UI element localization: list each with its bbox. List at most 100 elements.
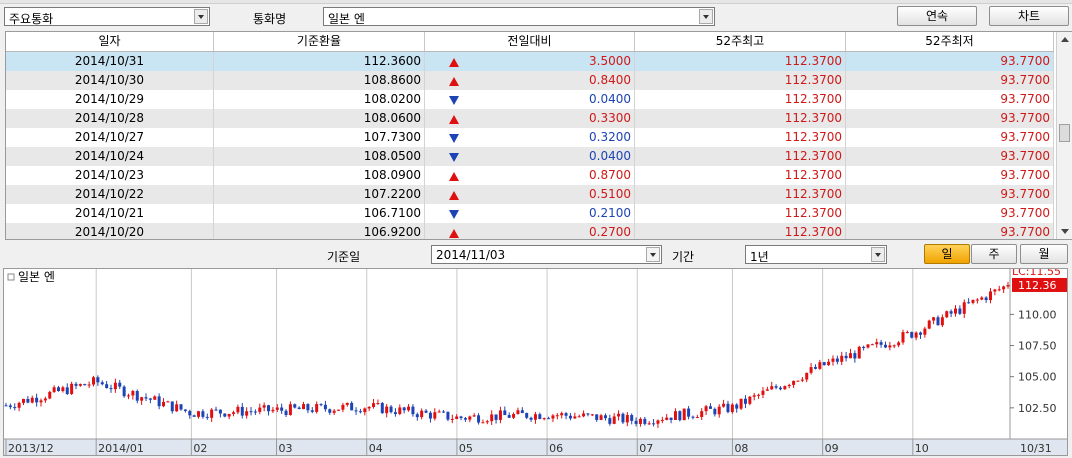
chevron-down-icon[interactable] xyxy=(194,9,208,24)
candle-body xyxy=(428,412,432,419)
candle-body xyxy=(953,308,957,314)
candle-body xyxy=(135,391,139,401)
table-row[interactable]: 2014/10/22 107.2200 0.5100 112.3700 93.7700 xyxy=(6,185,1054,204)
candle-body xyxy=(293,404,297,408)
candle-body xyxy=(249,411,253,413)
triangle-up-icon xyxy=(449,229,459,238)
x-tick-label: 06 xyxy=(549,442,563,455)
price-chart[interactable]: 2013/12 2014/01 02 03 04 05 06 07 08 09 10 10/31 110… xyxy=(3,268,1068,456)
category-select[interactable]: 주요통화 xyxy=(4,7,210,26)
continuous-button[interactable]: 연속 xyxy=(897,6,977,26)
candle-body xyxy=(83,384,87,386)
scroll-thumb[interactable] xyxy=(1059,124,1070,142)
candle-body xyxy=(901,332,905,343)
candle-body xyxy=(621,413,625,423)
monthly-button[interactable]: 월 xyxy=(1020,244,1068,264)
candle-body xyxy=(717,406,721,415)
candle-body xyxy=(179,404,183,410)
candle-body xyxy=(708,406,712,409)
candle-body xyxy=(835,358,839,362)
x-tick-label: 2013/12 xyxy=(8,442,54,455)
candle-body xyxy=(288,404,292,415)
candle-body xyxy=(892,345,896,347)
date-cell: 2014/10/30 xyxy=(6,71,214,90)
candle-body xyxy=(39,400,43,403)
table-row[interactable]: 2014/10/20 106.9200 0.2700 112.3700 93.7700 xyxy=(6,223,1054,239)
candle-body xyxy=(26,398,30,403)
candle-body xyxy=(57,387,61,392)
low-cell: 93.7700 xyxy=(846,204,1054,223)
candle-body xyxy=(459,416,463,419)
weekly-button[interactable]: 주 xyxy=(971,244,1017,264)
column-header-52w-low[interactable]: 52주최저 xyxy=(846,32,1054,51)
candle-body xyxy=(542,418,546,420)
candle-body xyxy=(765,389,769,391)
candle-body xyxy=(227,413,231,417)
table-row[interactable]: 2014/10/23 108.0900 0.8700 112.3700 93.7700 xyxy=(6,166,1054,185)
table-row[interactable]: 2014/10/30 108.8600 0.8400 112.3700 93.7700 xyxy=(6,71,1054,90)
change-cell: 0.8400 xyxy=(425,71,635,90)
date-cell: 2014/10/23 xyxy=(6,166,214,185)
candle-body xyxy=(507,415,511,418)
chevron-down-icon[interactable] xyxy=(871,247,885,262)
last-price-label: 112.36 xyxy=(1018,279,1057,292)
low-cell: 93.7700 xyxy=(846,223,1054,239)
column-header-rate[interactable]: 기준환율 xyxy=(214,32,425,51)
candle-body xyxy=(533,414,537,420)
candle-body xyxy=(914,332,918,338)
candle-body xyxy=(232,412,236,414)
column-header-date[interactable]: 일자 xyxy=(6,32,214,51)
candle-body xyxy=(949,311,953,314)
daily-button[interactable]: 일 xyxy=(924,244,970,264)
candle-body xyxy=(971,299,975,303)
candle-body xyxy=(870,344,874,346)
scroll-up-icon[interactable] xyxy=(1061,37,1069,42)
candle-body xyxy=(936,317,940,326)
chart-button[interactable]: 차트 xyxy=(989,6,1069,26)
table-row[interactable]: 2014/10/27 107.7300 0.3200 112.3700 93.7700 xyxy=(6,128,1054,147)
rate-cell: 108.0200 xyxy=(214,90,425,109)
candle-body xyxy=(940,317,944,326)
x-axis-strip xyxy=(4,439,1067,455)
period-select-value: 1년 xyxy=(750,250,769,264)
candle-body xyxy=(608,418,612,424)
calendar-icon[interactable] xyxy=(646,247,660,262)
column-header-change[interactable]: 전일대비 xyxy=(425,32,635,51)
table-row[interactable]: 2014/10/28 108.0600 0.3300 112.3700 93.7700 xyxy=(6,109,1054,128)
change-value: 0.2100 xyxy=(589,206,631,220)
candle-body xyxy=(105,384,109,389)
column-header-52w-high[interactable]: 52주최고 xyxy=(635,32,846,51)
base-date-input[interactable]: 2014/11/03 xyxy=(431,245,662,264)
change-value: 0.3300 xyxy=(589,111,631,125)
x-tick-label: 10/31 xyxy=(1020,442,1052,455)
date-cell: 2014/10/29 xyxy=(6,90,214,109)
candle-body xyxy=(590,414,594,416)
table-scrollbar[interactable] xyxy=(1056,32,1072,239)
date-cell: 2014/10/21 xyxy=(6,204,214,223)
table-row[interactable]: 2014/10/31 112.3600 3.5000 112.3700 93.7700 xyxy=(6,52,1054,71)
chevron-down-icon[interactable] xyxy=(699,9,713,24)
table-row[interactable]: 2014/10/29 108.0200 0.0400 112.3700 93.7700 xyxy=(6,90,1054,109)
candle-body xyxy=(516,410,520,415)
y-tick-label: 107.50 xyxy=(1018,340,1057,353)
legend-swatch xyxy=(7,273,15,281)
change-cell: 0.2100 xyxy=(425,204,635,223)
candle-body xyxy=(490,414,494,422)
candle-body xyxy=(201,411,205,417)
table-row[interactable]: 2014/10/24 108.0500 0.0400 112.3700 93.7700 xyxy=(6,147,1054,166)
candle-body xyxy=(258,407,262,412)
currency-select[interactable]: 일본 엔 xyxy=(323,7,715,26)
candle-body xyxy=(980,297,984,300)
candle-body xyxy=(910,332,914,338)
low-cell: 93.7700 xyxy=(846,185,1054,204)
candle-body xyxy=(319,404,323,406)
period-select[interactable]: 1년 xyxy=(745,245,887,264)
candle-body xyxy=(599,415,603,420)
candle-body xyxy=(280,407,284,411)
candle-body xyxy=(315,404,319,412)
table-row[interactable]: 2014/10/21 106.7100 0.2100 112.3700 93.7700 xyxy=(6,204,1054,223)
candle-body xyxy=(30,397,34,403)
candle-body xyxy=(468,416,472,420)
scroll-down-icon[interactable] xyxy=(1061,229,1069,234)
candle-body xyxy=(332,410,336,413)
